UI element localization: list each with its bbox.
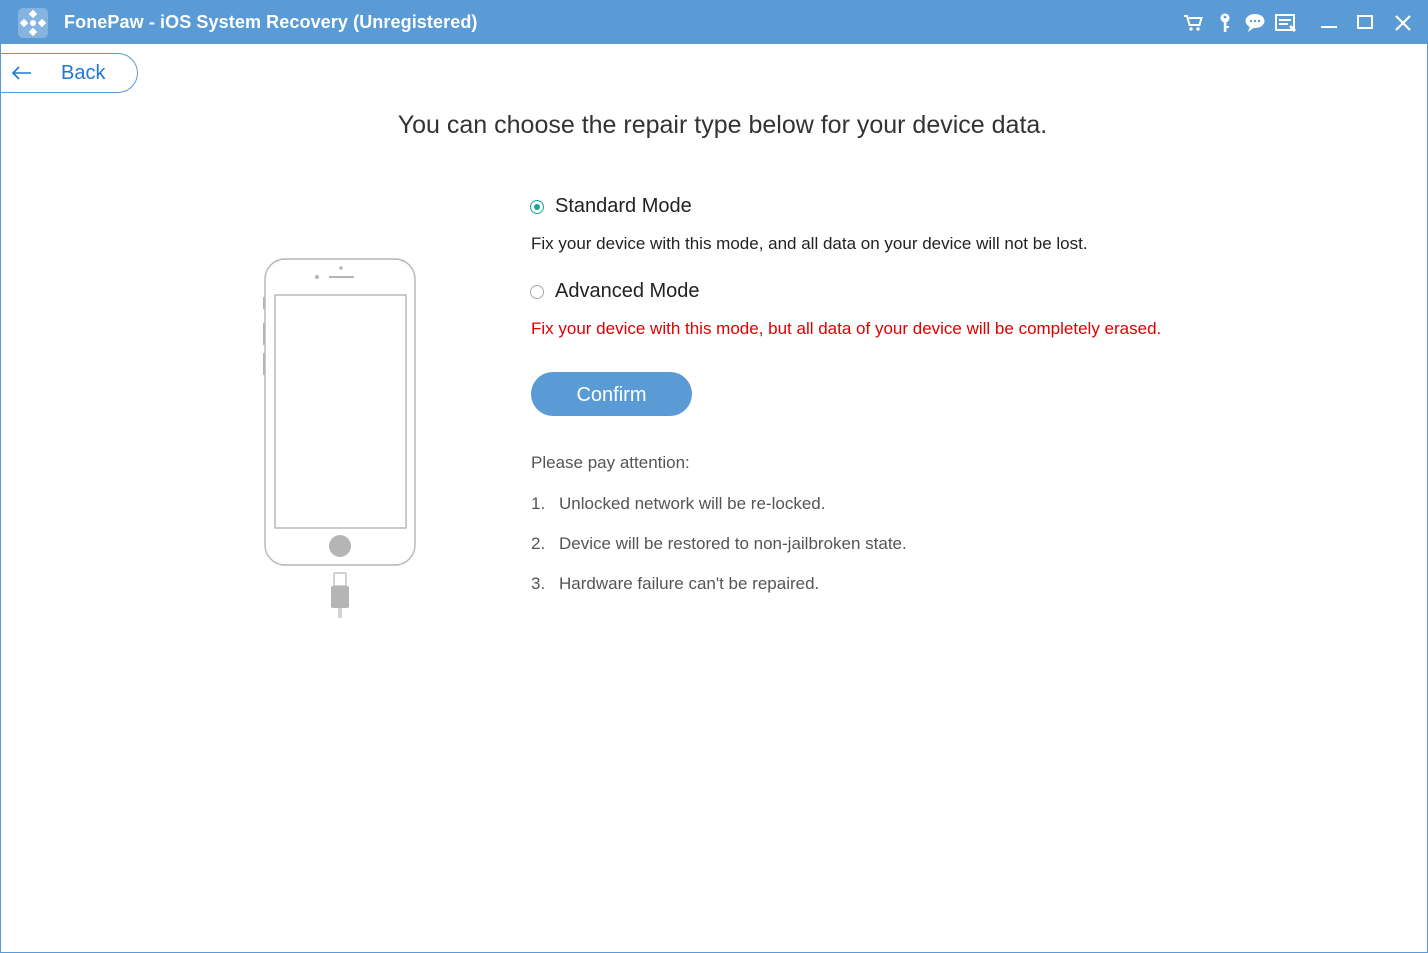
- attention-item-text: Device will be restored to non-jailbroke…: [559, 534, 907, 553]
- attention-item: 1. Unlocked network will be re-locked.: [531, 494, 825, 514]
- attention-item: 2. Device will be restored to non-jailbro…: [531, 534, 907, 554]
- advanced-mode-warning: Fix your device with this mode, but all …: [531, 319, 1162, 338]
- attention-item: 3. Hardware failure can't be repaired.: [531, 574, 819, 594]
- feedback-icon[interactable]: [1274, 11, 1298, 35]
- minimize-icon[interactable]: [1317, 11, 1341, 35]
- attention-item-number: 1.: [531, 494, 546, 513]
- app-logo-icon: [18, 8, 48, 38]
- back-label: Back: [61, 62, 106, 84]
- cart-icon[interactable]: [1182, 11, 1206, 35]
- advanced-mode-radio[interactable]: [530, 285, 544, 299]
- arrow-left-icon: [11, 66, 31, 80]
- iphone-illustration: [263, 258, 416, 618]
- confirm-button[interactable]: Confirm: [531, 372, 692, 416]
- maximize-icon[interactable]: [1353, 11, 1377, 35]
- standard-mode-radio[interactable]: [530, 200, 544, 214]
- chat-icon[interactable]: [1243, 11, 1267, 35]
- attention-item-text: Hardware failure can't be repaired.: [559, 574, 820, 593]
- close-icon[interactable]: [1391, 11, 1415, 35]
- app-window: FonePaw - iOS System Recovery (Unregiste…: [0, 0, 1428, 953]
- attention-item-number: 2.: [531, 534, 546, 553]
- back-button[interactable]: Back: [1, 53, 138, 93]
- attention-item-text: Unlocked network will be re-locked.: [559, 494, 826, 513]
- standard-mode-label: Standard Mode: [555, 195, 692, 217]
- page-heading: You can choose the repair type below for…: [397, 111, 1048, 139]
- attention-title: Please pay attention:: [531, 453, 690, 472]
- key-icon[interactable]: [1213, 11, 1237, 35]
- window-title: FonePaw - iOS System Recovery (Unregiste…: [64, 12, 478, 32]
- standard-mode-description: Fix your device with this mode, and all …: [531, 234, 1088, 253]
- attention-item-number: 3.: [531, 574, 546, 593]
- advanced-mode-label: Advanced Mode: [555, 280, 700, 302]
- title-bar: FonePaw - iOS System Recovery (Unregiste…: [1, 1, 1427, 44]
